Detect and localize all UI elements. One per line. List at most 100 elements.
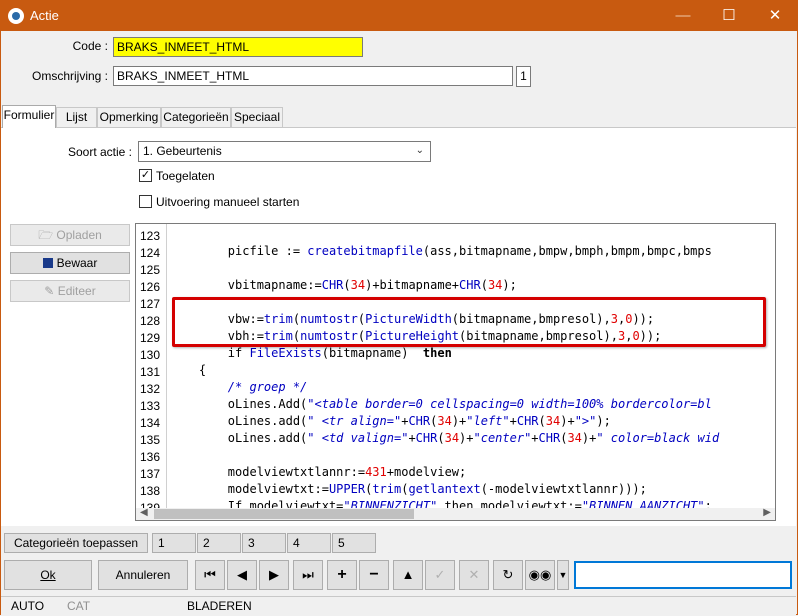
scrollbar-thumb[interactable] [154,509,414,519]
previous-icon: ◀ [237,567,247,582]
line-number: 125 [140,263,161,277]
tab-lijst[interactable]: Lijst [56,107,97,127]
line-number: 123 [140,229,161,243]
line-number: 131 [140,365,161,379]
next-icon: ▶ [269,567,279,582]
code-line: if FileExists(bitmapname) then [170,346,452,360]
triangle-up-icon: ▲ [401,567,415,582]
code-line: modelviewtxtlannr:=431+modelview; [170,465,467,479]
search-button[interactable]: ◉◉ [525,560,555,590]
code-line: vbitmapname:=CHR(34)+bitmapname+CHR(34); [170,278,517,292]
minimize-button[interactable]: — [660,0,706,31]
title-bar: Actie — ☐ ✕ [0,0,798,31]
uitvoering-manueel-label: Uitvoering manueel starten [156,195,300,209]
first-record-button[interactable]: ⏮ [195,560,225,590]
check-icon: ✓ [434,567,446,582]
plus-icon: + [337,566,347,583]
horizontal-scrollbar[interactable]: ◀ ▶ [136,507,775,520]
scroll-right-icon[interactable]: ▶ [763,507,771,518]
close-icon: ✕ [768,7,782,24]
page-button-label: 5 [338,536,345,550]
page-button-label: 2 [203,536,210,550]
annuleren-button[interactable]: Annuleren [98,560,188,590]
maximize-icon: ☐ [722,7,736,24]
ok-button[interactable]: Ok [4,560,92,590]
delete-record-button[interactable]: − [359,560,389,590]
code-editor[interactable]: 123 124 125 126 127 128 129 130 131 132 … [135,223,776,521]
refresh-icon: ↻ [502,567,514,582]
page-button-2[interactable]: 2 [197,533,241,553]
tab-speciaal[interactable]: Speciaal [231,107,283,127]
line-number: 130 [140,348,161,362]
line-number: 137 [140,467,161,481]
highlight-annotation-box [172,297,766,347]
uitvoering-manueel-checkbox[interactable] [139,195,152,208]
code-line: { [170,363,207,377]
code-line: oLines.add(" <td valign="+CHR(34)+"cente… [170,431,720,445]
soort-actie-label: Soort actie : [67,145,132,159]
minimize-icon: — [675,7,691,24]
tab-opmerking[interactable]: Opmerking [97,107,161,127]
scroll-left-icon[interactable]: ◀ [140,507,148,518]
refresh-button[interactable]: ↻ [493,560,523,590]
search-options-dropdown[interactable]: ▼ [557,560,569,590]
first-icon: ⏮ [204,567,216,582]
status-cat: CAT [67,599,91,613]
code-line: picfile := createbitmapfile(ass,bitmapna… [170,244,712,258]
binoculars-icon: ◉◉ [528,567,552,582]
status-mode: BLADEREN [187,599,252,613]
window-title: Actie [30,8,59,23]
line-number: 126 [140,280,161,294]
code-line: /* groep */ [227,380,308,394]
opladen-button[interactable]: 🗁 Opladen [10,224,130,246]
page-button-3[interactable]: 3 [242,533,286,553]
edit-icon: ✎ [44,284,55,298]
code-line: oLines.Add("<table border=0 cellspacing=… [170,397,712,411]
tab-formulier[interactable]: Formulier [2,105,56,128]
post-record-button[interactable]: ✓ [425,560,455,590]
save-icon [42,258,53,268]
next-record-button[interactable]: ▶ [259,560,289,590]
code-field[interactable]: BRAKS_INMEET_HTML [113,37,363,57]
minus-icon: − [369,566,379,583]
code-line: oLines.add(" <tr align="+CHR(34)+"left"+… [170,414,611,428]
search-input[interactable] [574,561,792,589]
folder-icon: 🗁 [38,228,54,242]
status-auto: AUTO [11,599,45,613]
previous-record-button[interactable]: ◀ [227,560,257,590]
bewaar-label: Bewaar [56,256,98,270]
line-number: 128 [140,314,161,328]
page-button-label: 1 [158,536,165,550]
maximize-button[interactable]: ☐ [706,0,752,31]
toegelaten-label: Toegelaten [156,169,215,183]
line-number: 127 [140,297,161,311]
close-button[interactable]: ✕ [752,0,798,31]
editeer-button[interactable]: ✎ Editeer [10,280,130,302]
page-button-1[interactable]: 1 [152,533,196,553]
line-number-gutter: 123 124 125 126 127 128 129 130 131 132 … [136,224,167,515]
description-language-button[interactable]: 1 [516,66,531,87]
page-button-label: 3 [248,536,255,550]
toegelaten-checkbox[interactable]: ✓ [139,169,152,182]
tab-categorieen[interactable]: Categorieën [161,107,231,127]
editeer-label: Editeer [57,284,96,298]
edit-record-button[interactable]: ▲ [393,560,423,590]
cancel-record-button[interactable]: ✕ [459,560,489,590]
last-record-button[interactable]: ⏭ [293,560,323,590]
page-button-5[interactable]: 5 [332,533,376,553]
soort-actie-value: 1. Gebeurtenis [143,144,222,158]
add-record-button[interactable]: + [327,560,357,590]
categorieen-toepassen-button[interactable]: Categorieën toepassen [4,533,148,553]
code-label: Code : [72,39,108,53]
soort-actie-select[interactable]: 1. Gebeurtenis ⌄ [138,141,431,162]
chevron-down-icon: ⌄ [415,145,424,156]
code-line: modelviewtxt:=UPPER(trim(getlantext(-mod… [170,482,647,496]
description-field[interactable]: BRAKS_INMEET_HTML [113,66,513,86]
bewaar-button[interactable]: Bewaar [10,252,130,274]
line-number: 138 [140,484,161,498]
line-number: 132 [140,382,161,396]
line-number: 136 [140,450,161,464]
page-button-4[interactable]: 4 [287,533,331,553]
line-number: 134 [140,416,161,430]
opladen-label: Opladen [56,228,102,242]
